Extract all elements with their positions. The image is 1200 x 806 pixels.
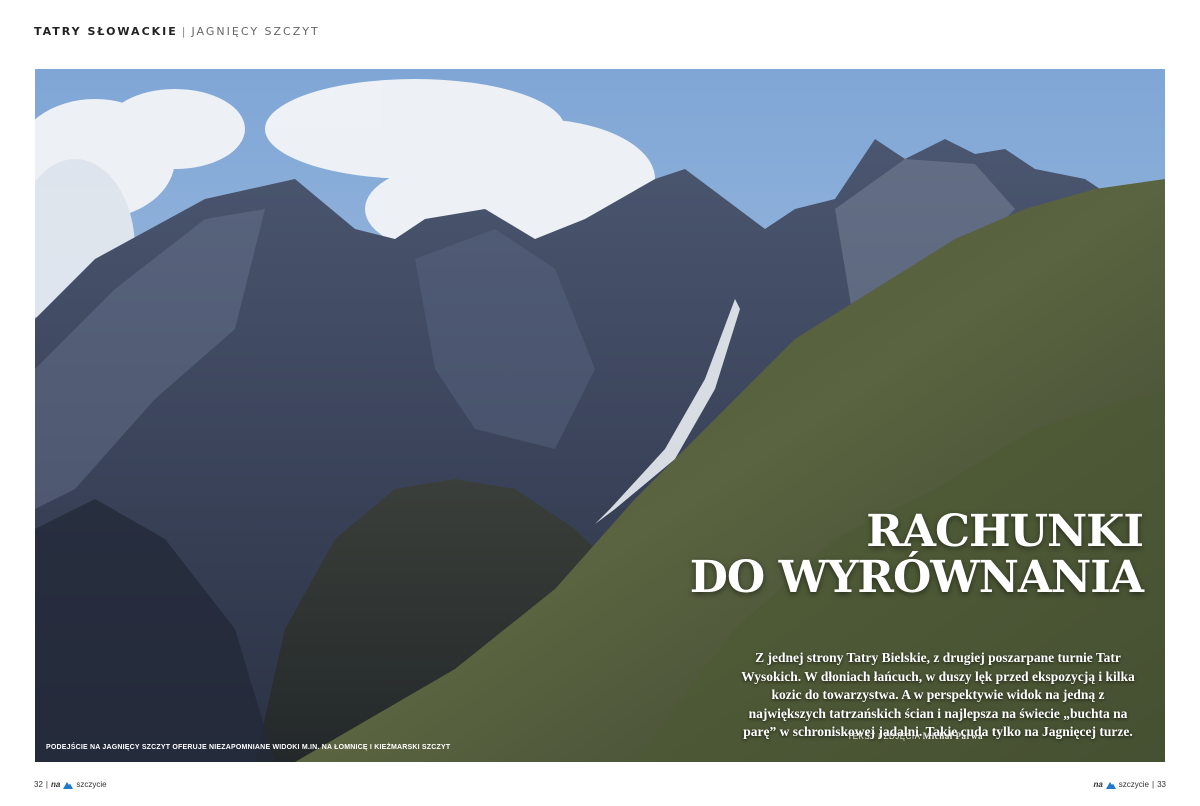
brand-prefix: na xyxy=(1093,780,1103,789)
folio-left: 32 | na szczycie xyxy=(34,780,107,789)
brand-prefix: na xyxy=(50,780,61,789)
credit-label: TEKST I ZDJĘCIA xyxy=(847,732,921,741)
folio-right: na szczycie | 33 xyxy=(1093,780,1166,789)
credit-author: Michał Parwa xyxy=(922,731,983,741)
article-title: RACHUNKI DO WYRÓWNANIA xyxy=(663,506,1144,603)
page-number-right: 33 xyxy=(1157,780,1166,789)
running-header: TATRY SŁOWACKIE | JAGNIĘCY SZCZYT xyxy=(34,25,320,38)
subsection-name: JAGNIĘCY SZCZYT xyxy=(191,25,320,38)
brand-name: szczycie xyxy=(1118,780,1150,789)
photo-caption: PODEJŚCIE NA JAGNIĘCY SZCZYT OFERUJE NIE… xyxy=(46,744,451,751)
article-title-block: RACHUNKI DO WYRÓWNANIA Z jednej strony T… xyxy=(663,506,1144,742)
header-separator: | xyxy=(181,25,188,38)
page-number-left: 32 xyxy=(34,780,43,789)
article-credit: TEKST I ZDJĘCIA Michał Parwa xyxy=(847,731,983,741)
brand-name: szczycie xyxy=(76,780,107,789)
mountain-logo-icon xyxy=(63,781,74,789)
title-line-2: DO WYRÓWNANIA xyxy=(689,552,1144,603)
folio-separator: | xyxy=(1152,780,1155,789)
hero-photo: RACHUNKI DO WYRÓWNANIA Z jednej strony T… xyxy=(35,69,1165,762)
article-lead: Z jednej strony Tatry Bielskie, z drugie… xyxy=(741,650,1135,739)
section-name: TATRY SŁOWACKIE xyxy=(34,25,178,38)
mountain-logo-icon xyxy=(1105,781,1116,789)
title-line-1: RACHUNKI xyxy=(866,506,1144,557)
folio-separator: | xyxy=(45,780,48,789)
